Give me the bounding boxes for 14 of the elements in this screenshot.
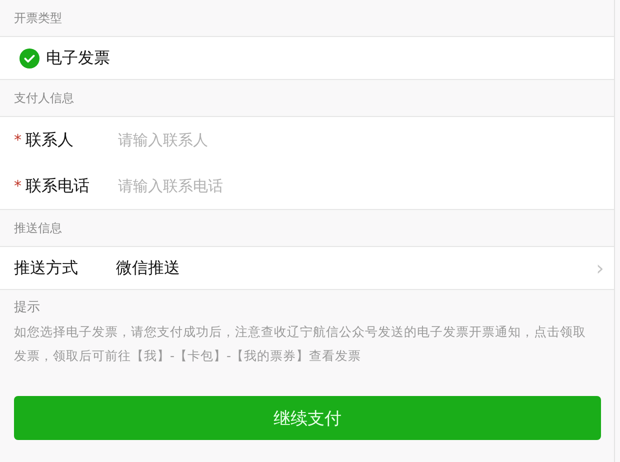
tip-text: 如您选择电子发票，请您支付成功后，注意查收辽宁航信公众号发送的电子发票开票通知，点击领取发票，领取后可前往【我】-【卡包】-【我的票券】查看发票 bbox=[14, 323, 587, 365]
section-header: 提示 bbox=[14, 299, 41, 316]
field-label: 推送方式 bbox=[14, 258, 79, 278]
required-asterisk: * bbox=[14, 131, 22, 149]
field-label: 联系电话 bbox=[26, 176, 90, 196]
push-method-value[interactable]: 微信推送 bbox=[116, 258, 596, 278]
input-field[interactable]: 请输入联系人 bbox=[116, 130, 420, 150]
invoice-option[interactable]: 电子发票 bbox=[0, 37, 116, 79]
input-field[interactable]: 请输入联系电话 bbox=[116, 176, 420, 196]
section-header: 开票类型 bbox=[14, 10, 62, 26]
required-asterisk: * bbox=[14, 177, 22, 195]
field-label: 联系人 bbox=[26, 130, 74, 150]
section-header: 推送信息 bbox=[14, 220, 62, 236]
section-header: 支付人信息 bbox=[14, 90, 74, 106]
